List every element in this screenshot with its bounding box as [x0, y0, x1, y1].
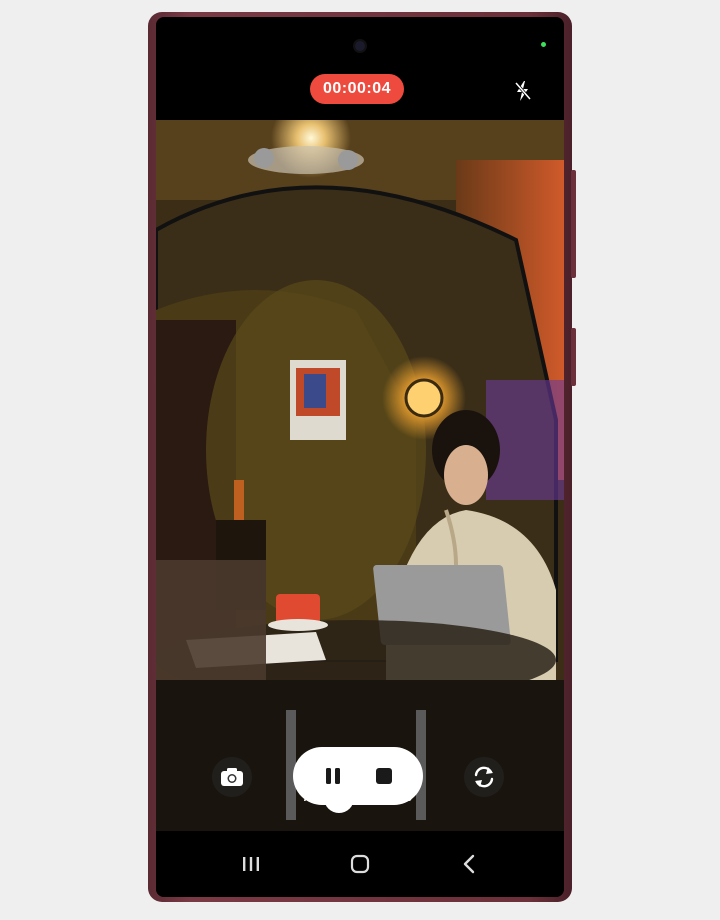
stop-icon [375, 768, 392, 784]
record-control-pill [293, 747, 423, 805]
pause-button[interactable] [317, 760, 349, 792]
home-icon[interactable] [346, 850, 374, 878]
camera-capture-icon[interactable] [212, 757, 252, 797]
pause-icon [325, 768, 340, 784]
flash-off-icon[interactable] [514, 80, 532, 102]
scene-preview [156, 120, 564, 840]
camera-viewfinder[interactable]: .6 1× 3 10 [156, 120, 564, 840]
phone-screen: 00:00:04 [156, 17, 564, 897]
phone-frame: 00:00:04 [148, 12, 576, 902]
navigation-bar [156, 831, 564, 897]
switch-camera-icon[interactable] [464, 757, 504, 797]
back-icon[interactable] [455, 850, 483, 878]
power-button [571, 328, 576, 386]
front-camera [355, 41, 365, 51]
volume-button [571, 170, 576, 278]
stop-button[interactable] [368, 760, 400, 792]
recents-icon[interactable] [237, 850, 265, 878]
recording-timer: 00:00:04 [310, 74, 404, 104]
camera-in-use-indicator [541, 42, 546, 47]
recording-controls [156, 747, 564, 807]
